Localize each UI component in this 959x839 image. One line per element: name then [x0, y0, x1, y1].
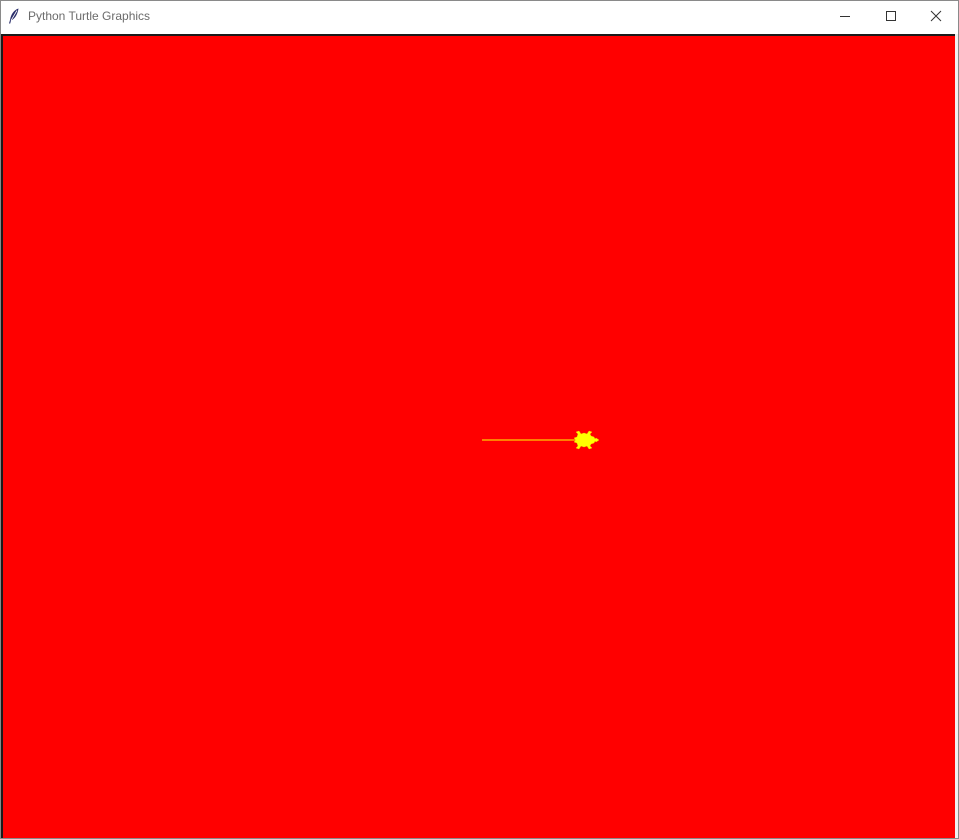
close-button[interactable] — [913, 1, 958, 31]
maximize-icon — [885, 10, 897, 22]
close-icon — [930, 10, 942, 22]
minimize-button[interactable] — [822, 1, 868, 31]
turtle-canvas[interactable] — [3, 36, 955, 839]
minimize-icon — [839, 10, 851, 22]
canvas-background — [3, 36, 955, 838]
feather-icon — [8, 8, 20, 24]
maximize-button[interactable] — [868, 1, 914, 31]
window-title: Python Turtle Graphics — [28, 9, 151, 23]
turtle-window: Python Turtle Graphics — [0, 0, 959, 839]
title-bar[interactable]: Python Turtle Graphics — [1, 1, 958, 32]
window-right-edge — [955, 34, 958, 838]
